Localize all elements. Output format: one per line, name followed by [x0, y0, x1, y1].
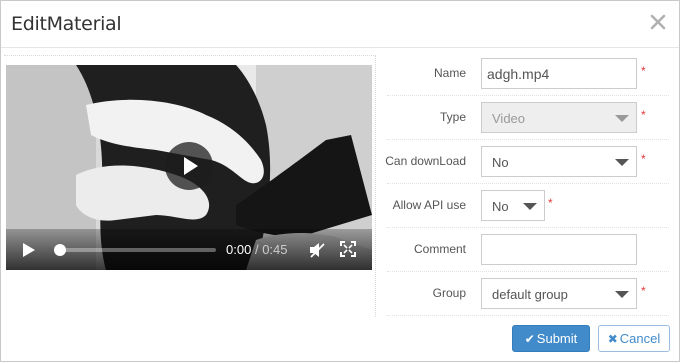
type-row: Type Video * [387, 96, 669, 140]
cancel-button[interactable]: ✖ Cancel [598, 325, 670, 352]
time-display: 0:00 / 0:45 [226, 242, 288, 257]
time-separator: / [254, 242, 259, 257]
submit-button[interactable]: ✔ Submit [512, 325, 590, 352]
download-select[interactable]: No [481, 146, 637, 177]
required-marker: * [641, 152, 646, 166]
close-icon[interactable] [649, 13, 667, 31]
current-time: 0:00 [226, 242, 252, 257]
required-marker: * [641, 284, 646, 298]
required-marker: * [548, 196, 553, 210]
progress-knob[interactable] [54, 244, 66, 256]
big-play-button[interactable] [165, 142, 213, 190]
download-value: No [492, 155, 509, 170]
comment-label: Comment [413, 242, 466, 256]
required-marker: * [641, 108, 646, 122]
download-row: Can downLoad No * [385, 140, 669, 184]
cancel-label: Cancel [619, 331, 661, 346]
duration: 0:45 [262, 242, 288, 257]
group-row: Group default group * [387, 272, 669, 316]
name-label: Name [433, 66, 466, 80]
play-icon[interactable] [21, 242, 37, 258]
chevron-down-icon [615, 115, 629, 122]
video-player[interactable]: 0:00 / 0:45 [6, 65, 372, 270]
name-row: Name * [387, 52, 669, 96]
api-row: Allow API use No * [387, 184, 669, 228]
comment-row: Comment [387, 228, 669, 272]
chevron-down-icon [523, 203, 537, 210]
required-marker: * [641, 64, 646, 78]
type-value: Video [492, 111, 526, 126]
times-icon: ✖ [607, 332, 618, 346]
chevron-down-icon [615, 291, 629, 298]
progress-bar[interactable] [54, 244, 216, 256]
mute-icon[interactable] [308, 241, 326, 259]
comment-input[interactable] [481, 234, 637, 265]
api-select[interactable]: No [481, 190, 545, 221]
video-controls: 0:00 / 0:45 [6, 229, 372, 270]
dialog-header: EditMaterial [1, 1, 679, 48]
api-value: No [492, 199, 509, 214]
api-label: Allow API use [392, 198, 466, 212]
type-select: Video [481, 102, 637, 133]
group-label: Group [432, 286, 466, 300]
fullscreen-icon[interactable] [340, 241, 356, 257]
dialog-title: EditMaterial [11, 13, 122, 35]
chevron-down-icon [615, 159, 629, 166]
type-label: Type [439, 110, 466, 124]
submit-label: Submit [536, 331, 578, 346]
group-select[interactable]: default group [481, 278, 637, 309]
group-value: default group [492, 287, 568, 302]
name-input[interactable] [481, 58, 637, 89]
check-icon: ✔ [524, 332, 535, 346]
download-label: Can downLoad [385, 154, 466, 168]
